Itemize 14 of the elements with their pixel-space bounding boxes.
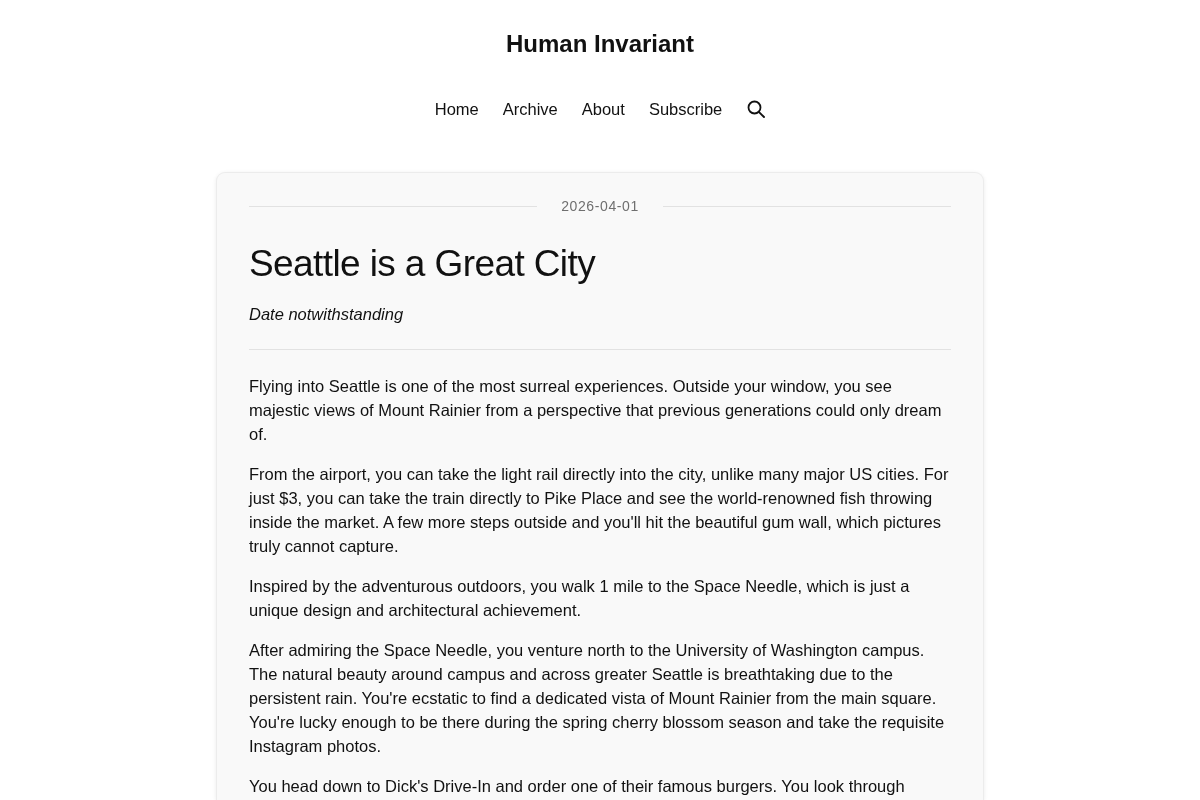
nav-link[interactable]: Home — [434, 97, 479, 121]
site-title[interactable]: Human Invariant — [505, 29, 694, 59]
body-paragraph: Flying into Seattle is one of the most surreal experiences. Outside your window, you see majestic views of Mount Rainier from a perspective that previous generations could only dream of. — [249, 376, 943, 445]
post-title: Seattle is a Great City — [249, 242, 597, 285]
search-icon[interactable] — [747, 100, 766, 118]
body-paragraph: You head down to Dick's Drive-In and order one of their famous burgers. You look through — [249, 776, 906, 797]
body-paragraph: From the airport, you can take the light rail directly into the city, unlike many major US cities. For just $3, you can take the train directly to Pike Place and see the world-renowned fish throwing inside the market. A few more steps outside and you'll hit the beautiful gum wall, which pictures truly cannot capture. — [249, 464, 950, 557]
post-date: 2026-04-01 — [561, 197, 639, 216]
body-paragraph: After admiring the Space Needle, you venture north to the University of Washington campus. The natural beauty around campus and across greater Seattle is breathtaking due to the persistent rain. You're ecstatic to find a dedicated vista of Mount Rainier from the main square. You're lucky enough to be there during the spring cherry blossom season and take the requisite Instagram photos. — [249, 640, 946, 757]
body-paragraph: Inspired by the adventurous outdoors, you walk 1 mile to the Space Needle, which is just a unique design and architectural achievement. — [249, 576, 911, 621]
nav-link[interactable]: Archive — [502, 97, 558, 121]
post-subtitle: Date notwithstanding — [249, 304, 405, 325]
nav-link[interactable]: About — [581, 97, 625, 121]
nav-link[interactable]: Subscribe — [648, 97, 723, 121]
